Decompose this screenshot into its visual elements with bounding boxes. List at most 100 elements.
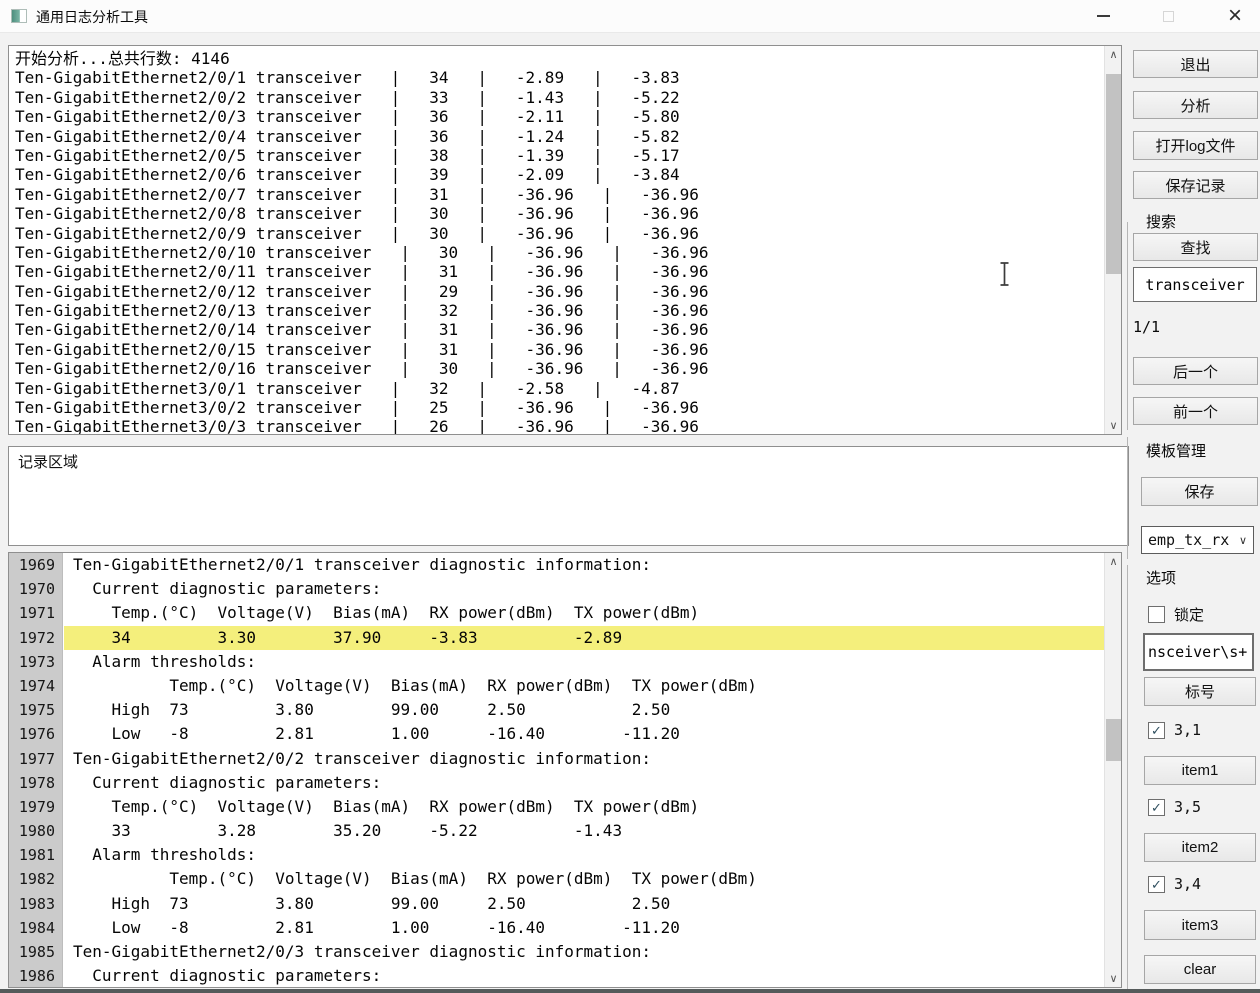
app-icon bbox=[11, 9, 27, 23]
checkbox-label: 3,1 bbox=[1174, 721, 1202, 739]
log-line: Ten-GigabitEthernet3/0/3 transceiver | 2… bbox=[15, 417, 699, 435]
log-line: Alarm thresholds: bbox=[73, 845, 257, 865]
log-line: 开始分析...总共行数: 4146 bbox=[15, 49, 230, 68]
log-line: Ten-GigabitEthernet3/0/2 transceiver | 2… bbox=[15, 398, 699, 418]
scroll-up-icon[interactable]: ∧ bbox=[1105, 46, 1121, 63]
log-line: Ten-GigabitEthernet2/0/10 transceiver | … bbox=[15, 242, 709, 262]
template-save-button[interactable]: 保存 bbox=[1141, 477, 1258, 506]
log-line: Alarm thresholds: bbox=[73, 651, 257, 671]
log-line: Ten-GigabitEthernet2/0/6 transceiver | 3… bbox=[15, 165, 680, 185]
analysis-log-panel[interactable]: 开始分析...总共行数: 4146 Ten-GigabitEthernet2/0/… bbox=[8, 45, 1122, 435]
log-line: Current diagnostic parameters: bbox=[73, 579, 382, 599]
log-line: Ten-GigabitEthernet2/0/13 transceiver | … bbox=[15, 301, 709, 321]
scroll-down-icon[interactable]: ∨ bbox=[1105, 970, 1121, 987]
chevron-down-icon: ∨ bbox=[1238, 534, 1247, 547]
record-area[interactable]: 记录区域 bbox=[8, 446, 1129, 546]
item1-button[interactable]: item1 bbox=[1144, 756, 1256, 785]
save-record-button[interactable]: 保存记录 bbox=[1133, 171, 1258, 199]
checkbox-3-5[interactable]: ✓ 3,5 bbox=[1148, 798, 1201, 816]
log-line: Temp.(°C) Voltage(V) Bias(mA) RX power(d… bbox=[73, 675, 757, 695]
log-line: 1972 bbox=[18, 628, 55, 647]
log-line: 1976 bbox=[18, 725, 55, 744]
analysis-log-scrollbar[interactable]: ∧ ∨ bbox=[1104, 46, 1121, 434]
options-section-label: 选项 bbox=[1146, 570, 1177, 587]
log-line: 1970 bbox=[18, 580, 55, 599]
search-section-label: 搜索 bbox=[1146, 214, 1177, 231]
exit-button[interactable]: 退出 bbox=[1133, 50, 1258, 78]
mark-button[interactable]: 标号 bbox=[1144, 677, 1256, 706]
log-line: Ten-GigabitEthernet2/0/12 transceiver | … bbox=[15, 281, 709, 301]
log-line: 1980 bbox=[18, 822, 55, 841]
log-line: 33 3.28 35.20 -5.22 -1.43 bbox=[73, 821, 623, 841]
clear-button[interactable]: clear bbox=[1144, 955, 1256, 984]
scroll-up-icon[interactable]: ∧ bbox=[1105, 553, 1121, 570]
checkbox-3-1[interactable]: ✓ 3,1 bbox=[1148, 721, 1201, 739]
log-line: Ten-GigabitEthernet2/0/3 transceiver dia… bbox=[73, 942, 651, 961]
find-button[interactable]: 查找 bbox=[1133, 233, 1258, 261]
scroll-down-icon[interactable]: ∨ bbox=[1105, 417, 1121, 434]
template-select-value: emp_tx_rx bbox=[1148, 531, 1230, 549]
title-bar: 通用日志分析工具 × bbox=[0, 0, 1260, 33]
detail-log-scrollbar[interactable]: ∧ ∨ bbox=[1104, 553, 1121, 987]
log-line: 1982 bbox=[18, 870, 55, 889]
next-match-button[interactable]: 后一个 bbox=[1133, 357, 1258, 385]
regex-input[interactable]: nsceiver\s+ bbox=[1143, 633, 1254, 671]
log-line: Ten-GigabitEthernet2/0/4 transceiver | 3… bbox=[15, 126, 680, 146]
log-line: Temp.(°C) Voltage(V) Bias(mA) RX power(d… bbox=[73, 796, 700, 816]
log-line: Ten-GigabitEthernet2/0/14 transceiver | … bbox=[15, 320, 709, 340]
search-group-border bbox=[1127, 222, 1128, 430]
log-line: 1985 bbox=[18, 943, 55, 961]
analyze-button[interactable]: 分析 bbox=[1133, 91, 1258, 119]
log-line: Ten-GigabitEthernet2/0/1 transceiver | 3… bbox=[15, 68, 680, 88]
line-number-gutter: 1969 1970 1971 1972 1973 1974 1975 1976 1977 1978… bbox=[9, 553, 63, 987]
log-line: Ten-GigabitEthernet2/0/3 transceiver | 3… bbox=[15, 107, 680, 127]
log-line: High 73 3.80 99.00 2.50 2.50 bbox=[73, 893, 671, 913]
log-line: 1971 bbox=[18, 604, 55, 623]
log-line: 1978 bbox=[18, 773, 55, 792]
log-line: 1977 bbox=[18, 749, 55, 768]
options-group-border bbox=[1127, 565, 1128, 990]
window-title: 通用日志分析工具 bbox=[36, 9, 148, 25]
regex-input-value: nsceiver\s+ bbox=[1148, 643, 1248, 661]
log-line: 1973 bbox=[18, 652, 55, 671]
log-line: 1969 bbox=[18, 556, 55, 574]
log-line: Temp.(°C) Voltage(V) Bias(mA) RX power(d… bbox=[73, 869, 757, 889]
log-line: Ten-GigabitEthernet2/0/11 transceiver | … bbox=[15, 262, 709, 282]
checkbox-checked-icon: ✓ bbox=[1148, 798, 1165, 816]
log-line: Ten-GigabitEthernet2/0/2 transceiver dia… bbox=[73, 748, 651, 768]
minimize-button[interactable] bbox=[1080, 0, 1126, 32]
log-line: 1979 bbox=[18, 797, 55, 816]
match-position-label: 1/1 bbox=[1133, 318, 1161, 336]
text-cursor-icon bbox=[1000, 262, 1009, 286]
checkbox-label: 3,4 bbox=[1174, 875, 1202, 893]
scroll-thumb[interactable] bbox=[1106, 74, 1121, 274]
prev-match-button[interactable]: 前一个 bbox=[1133, 397, 1258, 425]
log-line: Ten-GigabitEthernet2/0/15 transceiver | … bbox=[15, 339, 709, 359]
lock-checkbox[interactable]: 锁定 bbox=[1148, 604, 1204, 625]
open-log-file-button[interactable]: 打开log文件 bbox=[1133, 131, 1258, 160]
log-line: Ten-GigabitEthernet2/0/2 transceiver | 3… bbox=[15, 87, 680, 107]
template-section-label: 模板管理 bbox=[1146, 443, 1207, 460]
maximize-button[interactable] bbox=[1145, 0, 1191, 32]
log-line: Ten-GigabitEthernet2/0/1 transceiver dia… bbox=[73, 555, 651, 574]
detail-log-lines: Ten-GigabitEthernet2/0/1 transceiver dia… bbox=[64, 553, 1104, 987]
detail-log-panel[interactable]: 1969 1970 1971 1972 1973 1974 1975 1976 1977 1978… bbox=[8, 552, 1122, 988]
template-select[interactable]: emp_tx_rx ∨ bbox=[1141, 526, 1254, 554]
scroll-thumb[interactable] bbox=[1106, 719, 1121, 761]
item3-button[interactable]: item3 bbox=[1144, 910, 1256, 940]
log-line: Ten-GigabitEthernet2/0/16 transceiver | … bbox=[15, 359, 709, 379]
log-line: 1981 bbox=[18, 846, 55, 865]
log-line: Current diagnostic parameters: bbox=[73, 772, 382, 792]
close-button[interactable]: × bbox=[1212, 0, 1258, 32]
checkbox-checked-icon: ✓ bbox=[1148, 721, 1165, 739]
item2-button[interactable]: item2 bbox=[1144, 833, 1256, 862]
log-line: Low -8 2.81 1.00 -16.40 -11.20 bbox=[73, 917, 680, 937]
log-line: 1983 bbox=[18, 894, 55, 913]
log-line: Ten-GigabitEthernet3/0/1 transceiver | 3… bbox=[15, 378, 680, 398]
window-bottom-edge bbox=[0, 989, 1260, 993]
checkbox-3-4[interactable]: ✓ 3,4 bbox=[1148, 875, 1201, 893]
log-line: 34 3.30 37.90 -3.83 -2.89 bbox=[64, 625, 1104, 650]
search-input[interactable]: transceiver bbox=[1133, 267, 1257, 302]
app-window: { "window": { "title": "通用日志分析工具" }, "to… bbox=[0, 0, 1260, 993]
log-line: 1986 bbox=[18, 967, 55, 986]
